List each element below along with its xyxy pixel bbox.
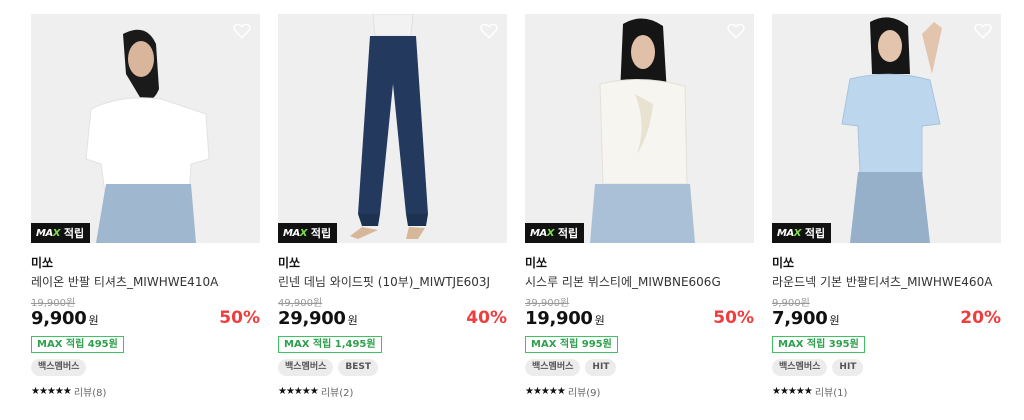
discount-rate: 20%	[960, 308, 1001, 328]
review-summary[interactable]: ★★★★★ 리뷰(1)	[772, 384, 1001, 399]
product-photo	[31, 14, 260, 243]
product-name[interactable]: 시스루 리본 뷔스티에_MIWBNE606G	[525, 273, 754, 289]
product-photo	[525, 14, 754, 243]
currency-unit: 원	[88, 314, 99, 327]
original-price: 19,900원	[31, 298, 76, 309]
tag-list: 백스멤버스 HIT	[772, 359, 1001, 376]
review-summary[interactable]: ★★★★★ 리뷰(8)	[31, 384, 260, 399]
max-points-badge: MAX 적립	[772, 223, 832, 243]
original-price: 9,900원	[772, 298, 810, 309]
sale-price: 7,900 원	[772, 308, 840, 329]
max-points-badge: MAX 적립	[278, 223, 338, 243]
max-logo-icon: MAX	[36, 227, 60, 239]
badge-label: 적립	[557, 227, 579, 240]
review-count: 리뷰(8)	[73, 387, 107, 399]
sale-price-value: 7,900	[772, 308, 828, 329]
max-points-badge: MAX 적립	[525, 223, 585, 243]
sale-price: 29,900 원	[278, 308, 358, 329]
price-row: 29,900 원 40%	[278, 308, 507, 332]
review-count: 리뷰(2)	[320, 387, 354, 399]
price-row: 19,900 원 50%	[525, 308, 754, 332]
tag-members: 백스멤버스	[772, 359, 828, 376]
max-logo-icon: MAX	[777, 227, 801, 239]
product-card[interactable]: MAX 적립 미쏘 린넨 데님 와이드핏 (10부)_MIWTJE603J 49…	[278, 14, 507, 399]
max-points-badge: MAX 적립	[31, 223, 91, 243]
tag-members: 백스멤버스	[278, 359, 334, 376]
review-count: 리뷰(9)	[567, 387, 601, 399]
tag-list: 백스멤버스	[31, 359, 260, 376]
max-points-label: MAX 적립 1,495원	[278, 336, 382, 353]
heart-outline-icon[interactable]	[233, 23, 251, 39]
max-points-label: MAX 적립 995원	[525, 336, 618, 353]
currency-unit: 원	[594, 314, 605, 327]
tag-list: 백스멤버스 BEST	[278, 359, 507, 376]
brand-name: 미쏘	[525, 256, 548, 270]
brand-name: 미쏘	[278, 256, 301, 270]
sale-price-value: 19,900	[525, 308, 593, 329]
price-row: 9,900 원 50%	[31, 308, 260, 332]
original-price: 49,900원	[278, 298, 323, 309]
sale-price: 19,900 원	[525, 308, 605, 329]
review-summary[interactable]: ★★★★★ 리뷰(9)	[525, 384, 754, 399]
currency-unit: 원	[829, 314, 840, 327]
star-rating-icon: ★★★★★	[772, 385, 813, 397]
tag-best: BEST	[338, 359, 379, 376]
badge-label: 적립	[804, 227, 826, 240]
brand-name: 미쏘	[31, 256, 54, 270]
original-price: 39,900원	[525, 298, 570, 309]
review-summary[interactable]: ★★★★★ 리뷰(2)	[278, 384, 507, 399]
tag-members: 백스멤버스	[31, 359, 87, 376]
review-count: 리뷰(1)	[814, 387, 848, 399]
heart-outline-icon[interactable]	[480, 23, 498, 39]
product-image[interactable]: MAX 적립	[525, 14, 754, 243]
tag-members: 백스멤버스	[525, 359, 581, 376]
max-points-label: MAX 적립 395원	[772, 336, 865, 353]
product-image[interactable]: MAX 적립	[31, 14, 260, 243]
badge-label: 적립	[63, 227, 85, 240]
product-grid: MAX 적립 미쏘 레이온 반팔 티셔츠_MIWHWE410A 19,900원 …	[0, 0, 1024, 420]
product-photo	[278, 14, 507, 243]
badge-label: 적립	[310, 227, 332, 240]
star-rating-icon: ★★★★★	[31, 385, 72, 397]
heart-outline-icon[interactable]	[974, 23, 992, 39]
max-points-label: MAX 적립 495원	[31, 336, 124, 353]
max-logo-icon: MAX	[530, 227, 554, 239]
sale-price-value: 9,900	[31, 308, 87, 329]
max-logo-icon: MAX	[283, 227, 307, 239]
discount-rate: 40%	[466, 308, 507, 328]
star-rating-icon: ★★★★★	[278, 385, 319, 397]
product-photo	[772, 14, 1001, 243]
product-card[interactable]: MAX 적립 미쏘 라운드넥 기본 반팔티셔츠_MIWHWE460A 9,900…	[772, 14, 1001, 399]
product-card[interactable]: MAX 적립 미쏘 시스루 리본 뷔스티에_MIWBNE606G 39,900원…	[525, 14, 754, 399]
price-row: 7,900 원 20%	[772, 308, 1001, 332]
product-name[interactable]: 레이온 반팔 티셔츠_MIWHWE410A	[31, 273, 260, 289]
product-image[interactable]: MAX 적립	[772, 14, 1001, 243]
product-image[interactable]: MAX 적립	[278, 14, 507, 243]
brand-name: 미쏘	[772, 256, 795, 270]
tag-hit: HIT	[832, 359, 864, 376]
heart-outline-icon[interactable]	[727, 23, 745, 39]
product-name[interactable]: 린넨 데님 와이드핏 (10부)_MIWTJE603J	[278, 273, 507, 289]
sale-price-value: 29,900	[278, 308, 346, 329]
currency-unit: 원	[347, 314, 358, 327]
sale-price: 9,900 원	[31, 308, 99, 329]
discount-rate: 50%	[219, 308, 260, 328]
discount-rate: 50%	[713, 308, 754, 328]
product-card[interactable]: MAX 적립 미쏘 레이온 반팔 티셔츠_MIWHWE410A 19,900원 …	[31, 14, 260, 399]
tag-hit: HIT	[585, 359, 617, 376]
star-rating-icon: ★★★★★	[525, 385, 566, 397]
product-name[interactable]: 라운드넥 기본 반팔티셔츠_MIWHWE460A	[772, 273, 1001, 289]
tag-list: 백스멤버스 HIT	[525, 359, 754, 376]
